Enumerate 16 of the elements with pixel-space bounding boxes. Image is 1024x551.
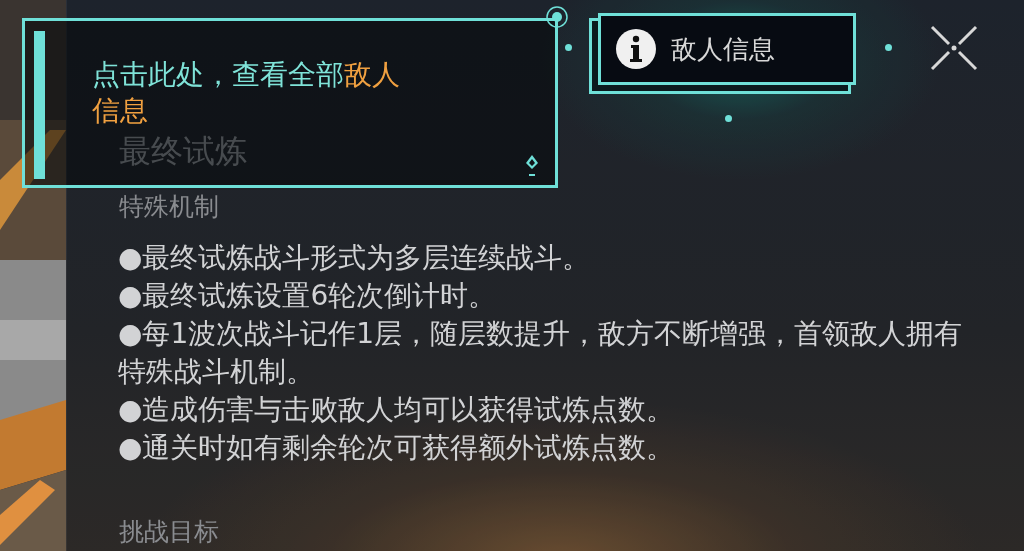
title: 最终试炼 (119, 131, 247, 171)
glow-dot (565, 44, 572, 51)
section-heading: 特殊机制 (119, 192, 220, 222)
rule-text: ●最终试炼设置6轮次倒计时。 (118, 278, 498, 314)
glow-dot (725, 115, 732, 122)
rule-text: ●最终试炼战斗形式为多层连续战斗。 (118, 240, 592, 276)
ring-icon (546, 6, 568, 28)
section-heading: 挑战目标 (119, 517, 220, 547)
close-icon[interactable] (929, 24, 979, 72)
rule-text: ●通关时如有剩余轮次可获得额外试炼点数。 (118, 430, 676, 466)
rule-text: ●造成伤害与击败敌人均可以获得试炼点数。 (118, 392, 676, 428)
info-icon (615, 28, 657, 70)
glow-dot (885, 44, 892, 51)
rule-text: ●每1波次战斗记作1层，随层数提升，敌方不断增强，首领敌人拥有特殊战斗机制。 (118, 316, 963, 390)
tooltip-text: 点击此处，查看全部敌人信息 (92, 57, 401, 129)
diamond-icon (525, 155, 539, 177)
